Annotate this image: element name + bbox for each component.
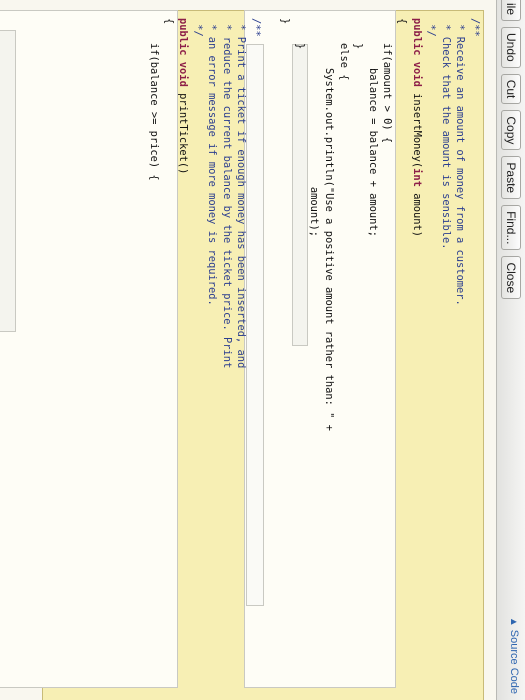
code-line[interactable]: { (161, 18, 176, 431)
code-token: { (162, 18, 175, 25)
code-token: if(amount > 0) { (381, 18, 394, 144)
code-line[interactable]: * Check that the amount is sensible. (438, 18, 453, 431)
code-token: void (177, 61, 190, 94)
code-token: } (352, 18, 365, 50)
code-token: public (410, 18, 423, 62)
code-token: * an error message if more money is requ… (206, 18, 219, 306)
copy-button[interactable]: Copy (501, 110, 521, 151)
code-token: */ (425, 18, 438, 37)
code-line[interactable]: /** (249, 18, 264, 431)
paste-button[interactable]: Paste (501, 156, 521, 200)
if-block-scope-2 (0, 30, 16, 332)
code-line[interactable]: */ (190, 18, 205, 431)
code-line[interactable]: /** (467, 18, 482, 431)
editor-window: ile Undo Cut Copy Paste Find... Close ▲ S… (0, 0, 525, 700)
cut-button[interactable]: Cut (501, 73, 521, 105)
code-line[interactable]: if(amount > 0) { (380, 18, 395, 431)
code-line[interactable]: * Print a ticket if enough money has bee… (234, 18, 249, 431)
selector-arrow-icon: ▲ (508, 616, 519, 627)
code-line[interactable]: } (351, 18, 366, 431)
code-line[interactable]: public void insertMoney(int amount) (409, 18, 424, 431)
code-token: * Check that the amount is sensible. (439, 18, 452, 250)
code-token: if(balance >= price) { (147, 18, 160, 181)
code-token: else { (337, 18, 350, 81)
code-text[interactable]: /** * Receive an amount of money from a … (146, 18, 482, 431)
code-token: System.out.println("Use a positive amoun… (323, 18, 336, 431)
code-line[interactable]: else { (336, 18, 351, 431)
code-line[interactable] (263, 18, 278, 431)
code-editor[interactable]: /** * Receive an amount of money from a … (0, 0, 496, 700)
code-token: int (410, 168, 423, 194)
code-token: /** (250, 18, 263, 37)
code-line[interactable]: if(balance >= price) { (146, 18, 161, 431)
code-token: amount); (308, 18, 321, 237)
code-line[interactable]: amount); (307, 18, 322, 431)
file-button[interactable]: ile (501, 0, 521, 22)
code-token: { (396, 18, 409, 25)
code-line[interactable]: */ (424, 18, 439, 431)
code-line[interactable]: * Receive an amount of money from a cust… (453, 18, 468, 431)
code-token: printTicket() (177, 93, 190, 175)
code-token: /** (469, 18, 481, 37)
close-button[interactable]: Close (501, 256, 521, 300)
code-token: amount) (410, 193, 423, 237)
code-token: balance = balance + amount; (366, 18, 379, 237)
code-line[interactable]: } (278, 18, 293, 431)
code-token: * Receive an amount of money from a cust… (454, 18, 467, 306)
view-selector[interactable]: ▲ Source Code (508, 617, 520, 694)
code-token: */ (191, 18, 204, 37)
find-button[interactable]: Find... (501, 205, 521, 251)
toolbar: ile Undo Cut Copy Paste Find... Close ▲ S… (496, 0, 525, 700)
code-token: } (279, 18, 292, 25)
code-token: void (410, 61, 423, 94)
code-token: insertMoney( (410, 93, 423, 169)
code-token: public (177, 18, 190, 62)
code-line[interactable]: } (292, 18, 307, 431)
code-line[interactable]: * an error message if more money is requ… (205, 18, 220, 431)
code-line[interactable]: System.out.println("Use a positive amoun… (321, 18, 336, 431)
view-selector-label: Source Code (508, 629, 520, 694)
code-token: } (293, 18, 306, 50)
code-line[interactable]: public void printTicket() (176, 18, 191, 431)
code-line[interactable]: { (394, 18, 409, 431)
code-token: * reduce the current balance by the tick… (220, 18, 233, 369)
code-token: * Print a ticket if enough money has bee… (235, 18, 248, 369)
code-line[interactable]: * reduce the current balance by the tick… (219, 18, 234, 431)
undo-button[interactable]: Undo (501, 27, 521, 68)
code-line[interactable]: balance = balance + amount; (365, 18, 380, 431)
